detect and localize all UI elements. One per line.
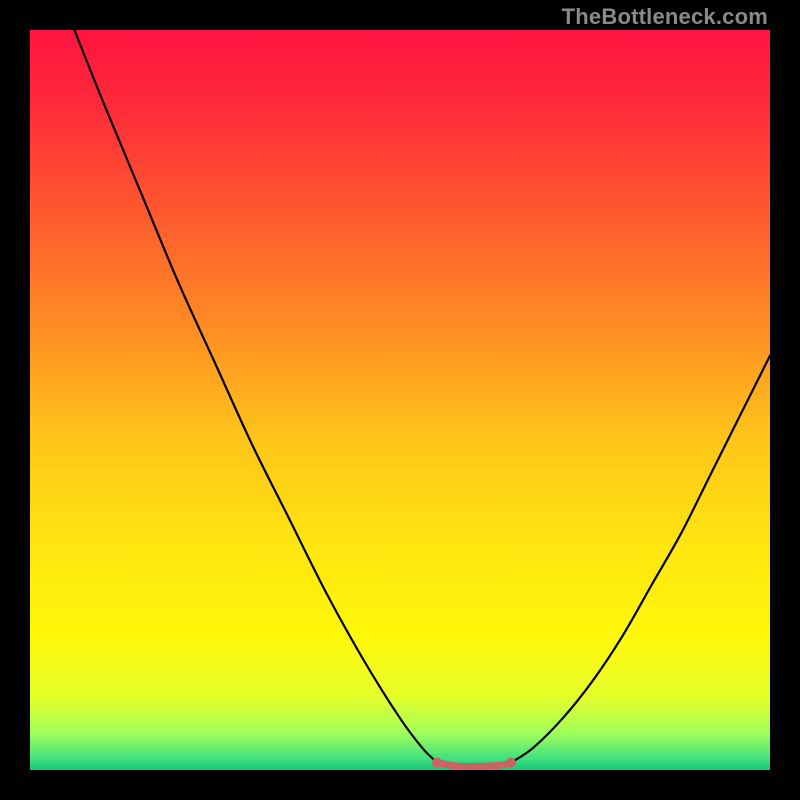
right-branch-curve (511, 356, 770, 763)
trough-marker (437, 763, 511, 767)
trough-end-dot (506, 758, 516, 768)
chart-frame: TheBottleneck.com (0, 0, 800, 800)
plot-area (30, 30, 770, 770)
curve-layer (30, 30, 770, 770)
trough-start-dot (432, 758, 442, 768)
watermark-text: TheBottleneck.com (562, 4, 768, 30)
left-branch-curve (74, 30, 437, 763)
